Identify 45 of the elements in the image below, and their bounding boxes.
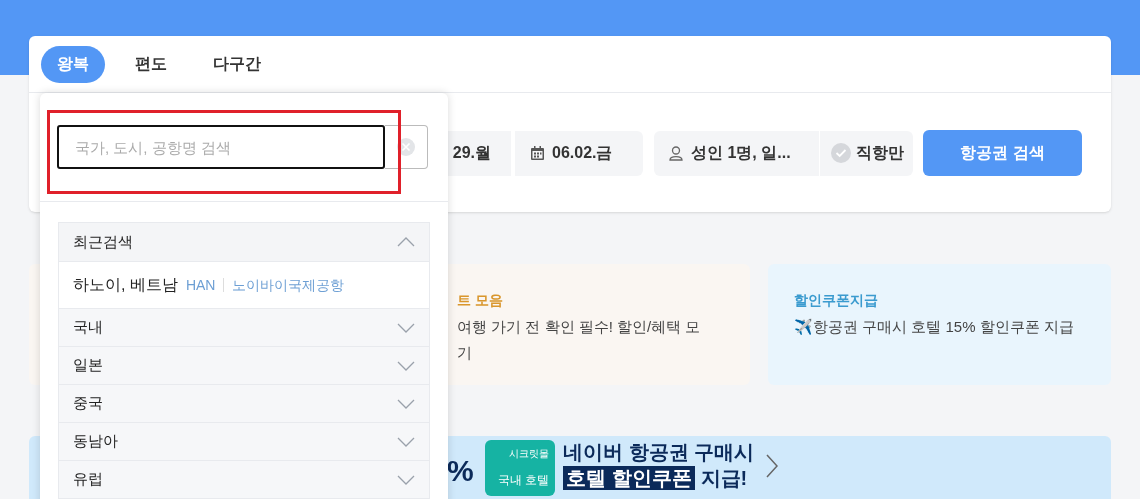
promo-text: ✈항공권 구매시 호텔 15% 할인쿠폰 지급	[794, 317, 1075, 337]
passenger-text: 성인 1명, 일...	[691, 143, 791, 163]
percent-text: %	[447, 454, 475, 488]
region-title: 일본	[73, 355, 103, 376]
return-date-field[interactable]: 06.02.금	[515, 130, 643, 176]
chevron-down-icon	[397, 398, 415, 409]
trip-tab[interactable]: 다구간	[197, 45, 277, 83]
airport-name: 노이바이국제공항	[232, 275, 345, 295]
trip-tab[interactable]: 편도	[119, 45, 183, 83]
promo-text: 여행 가기 전 확인 필수! 할인/혜택 모	[457, 317, 702, 337]
chevron-down-icon	[397, 322, 415, 333]
return-date-text: 06.02.금	[552, 143, 613, 163]
chevron-down-icon	[397, 436, 415, 447]
direct-only-toggle[interactable]: 직항만	[820, 130, 913, 176]
promo-title: 할인쿠폰지급	[794, 291, 879, 310]
region-title: 유럽	[73, 469, 103, 490]
promo-title: 트 모음	[457, 291, 504, 310]
banner-highlight: 호텔 할인쿠폰	[563, 466, 695, 490]
airport-search-field[interactable]: 국가, 도시, 공항명 검색	[57, 125, 385, 169]
calendar-icon	[531, 146, 544, 160]
banner-title: 네이버 항공권 구매시	[563, 440, 755, 464]
promo-text: 기	[457, 343, 473, 363]
clear-button[interactable]	[385, 125, 428, 169]
ticket-text: 국내 호텔	[497, 472, 549, 489]
region-title: 국내	[73, 317, 103, 338]
city-text: 하노이, 베트남	[73, 275, 178, 295]
ticket-label: 시크릿몰	[509, 447, 549, 461]
banner-subtitle: 지급!	[700, 466, 748, 490]
region-header[interactable]: 최근검색	[59, 223, 429, 262]
region-header[interactable]: 국내	[59, 309, 429, 347]
region-header[interactable]: 중국	[59, 385, 429, 423]
promo-card[interactable]: 할인쿠폰지급 ✈항공권 구매시 호텔 15% 할인쿠폰 지급	[768, 264, 1111, 385]
region-header[interactable]: 유럽	[59, 461, 429, 499]
airport-code: HAN	[185, 275, 216, 295]
chevron-down-icon	[397, 360, 415, 371]
region-title: 중국	[73, 393, 103, 414]
chevron-down-icon	[397, 474, 415, 485]
chevron-up-icon	[397, 237, 415, 247]
region-header[interactable]: 일본	[59, 347, 429, 385]
close-icon	[397, 138, 415, 156]
passenger-field[interactable]: 성인 1명, 일...	[654, 130, 819, 176]
chevron-right-icon[interactable]	[766, 454, 779, 478]
region-header[interactable]: 동남아	[59, 423, 429, 461]
person-icon	[669, 145, 683, 161]
region-title: 최근검색	[73, 231, 133, 252]
